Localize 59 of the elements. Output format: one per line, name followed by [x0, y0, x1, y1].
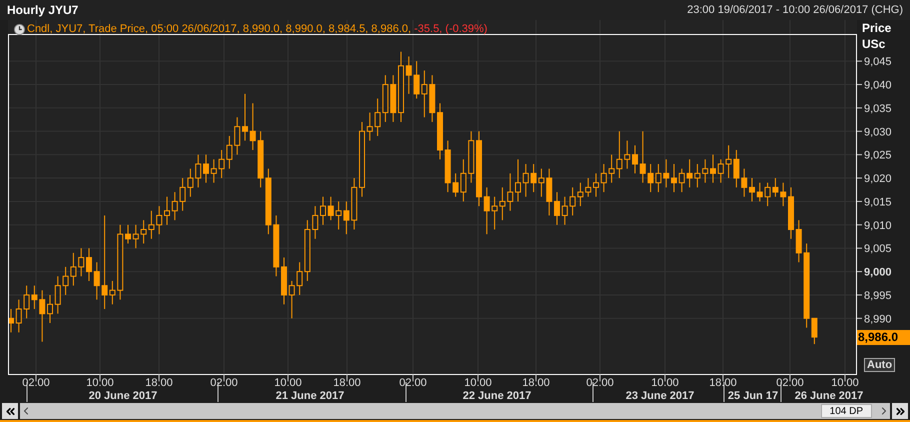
price-label: 9,010: [864, 220, 892, 232]
candlestick: [320, 196, 326, 226]
candlestick: [710, 154, 716, 184]
price-label: 9,040: [864, 80, 892, 92]
candlestick: [811, 318, 818, 345]
time-label: 10:00: [86, 377, 114, 389]
price-label: 9,020: [864, 173, 892, 186]
price-label: 9,035: [864, 102, 892, 115]
time-label: 18:00: [145, 377, 173, 389]
candlestick: [242, 93, 248, 142]
candlestick: [671, 164, 677, 193]
candlestick: [554, 192, 560, 226]
date-label: 25 Jun 17: [728, 390, 778, 402]
data-points-field: 104 DP: [820, 404, 872, 418]
candlestick: [749, 178, 755, 202]
candlestick: [515, 158, 521, 202]
price-label: 9,025: [864, 150, 892, 162]
time-label: 18:00: [333, 377, 361, 389]
time-label: 02:00: [776, 377, 804, 389]
candlestick: [203, 154, 209, 184]
legend-text: Cndl, JYU7, Trade Price, 05:00 26/06/2017, 8,990.0, 8,990.0, 8,984.5, 8,986.0, -35.5, (-0.39%): [27, 22, 488, 37]
price-label: 9,000: [864, 266, 892, 279]
scrollbar-track[interactable]: 104 DP: [20, 403, 890, 419]
scroll-end-button[interactable]: [892, 403, 908, 419]
candlestick: [164, 196, 170, 226]
chart-title: Hourly JYU7: [7, 2, 78, 19]
date-label: 20 June 2017: [88, 390, 158, 402]
date-label: 26 June 2017: [794, 390, 864, 402]
price-label: 9,045: [864, 56, 892, 68]
last-price-badge: 8,986.0: [857, 330, 910, 345]
time-label: 02:00: [22, 377, 50, 389]
price-label: 8,995: [864, 290, 892, 302]
time-label: 10:00: [831, 377, 859, 389]
price-label: 9,015: [864, 196, 892, 208]
candlestick: [125, 224, 131, 244]
candlestick: [86, 248, 92, 282]
time-label: 10:00: [651, 377, 679, 389]
time-label: 18:00: [709, 377, 737, 389]
unit-label: USc: [862, 36, 886, 52]
date-range: 23:00 19/06/2017 - 10:00 26/06/2017 (CHG): [687, 2, 903, 18]
date-label: 22 June 2017: [462, 390, 532, 402]
date-label: 21 June 2017: [276, 390, 344, 402]
time-label: 18:00: [522, 377, 550, 389]
axis-title: Price: [862, 20, 892, 36]
price-label: 9,005: [864, 243, 892, 256]
time-label: 10:00: [274, 377, 302, 389]
auto-scale-button[interactable]: Auto: [864, 358, 896, 372]
time-label: 02:00: [399, 377, 427, 389]
price-label: 8,990: [864, 313, 892, 326]
candlestick: [593, 172, 599, 198]
time-label: 02:00: [210, 377, 238, 389]
time-label: 02:00: [586, 377, 614, 389]
time-label: 10:00: [464, 377, 492, 389]
candlestick: [47, 294, 53, 324]
clock-icon: [14, 24, 25, 35]
date-label: 23 June 2017: [626, 390, 694, 402]
candlestick: [632, 144, 638, 174]
price-label: 9,030: [864, 126, 892, 138]
scroll-start-button[interactable]: [2, 403, 18, 419]
